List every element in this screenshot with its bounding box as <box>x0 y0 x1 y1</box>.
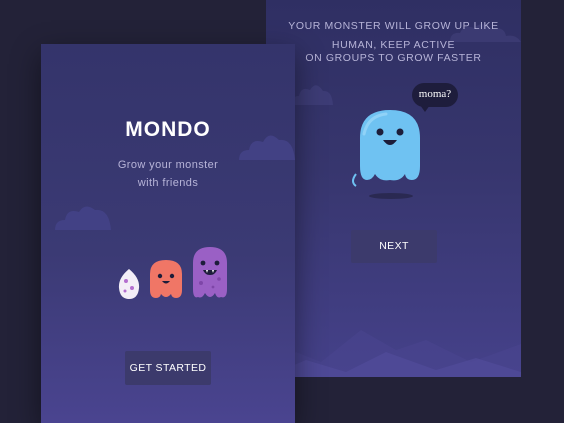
egg-icon <box>118 269 140 299</box>
info-text-line-1: YOUR MONSTER WILL GROW UP LIKE <box>288 20 499 32</box>
orange-monster-icon <box>150 260 182 298</box>
subtitle-line-1: Grow your monster <box>117 159 219 171</box>
cloud-icon <box>55 206 111 230</box>
next-button[interactable]: NEXT <box>351 230 437 263</box>
mountains-icon <box>266 330 521 377</box>
purple-monster-icon <box>193 247 227 298</box>
info-text-line-3: ON GROUPS TO GROW FASTER <box>305 52 482 64</box>
onboarding-screen-welcome: MONDO Grow your monster with friends GET… <box>41 44 295 423</box>
app-title: MONDO <box>125 118 211 141</box>
cloud-icon <box>291 85 333 105</box>
onboarding-screen-grow: YOUR MONSTER WILL GROW UP LIKE HUMAN, KE… <box>266 0 521 377</box>
blue-monster-icon <box>352 110 420 199</box>
subtitle-line-2: with friends <box>137 177 199 189</box>
get-started-button[interactable]: GET STARTED <box>125 351 211 385</box>
